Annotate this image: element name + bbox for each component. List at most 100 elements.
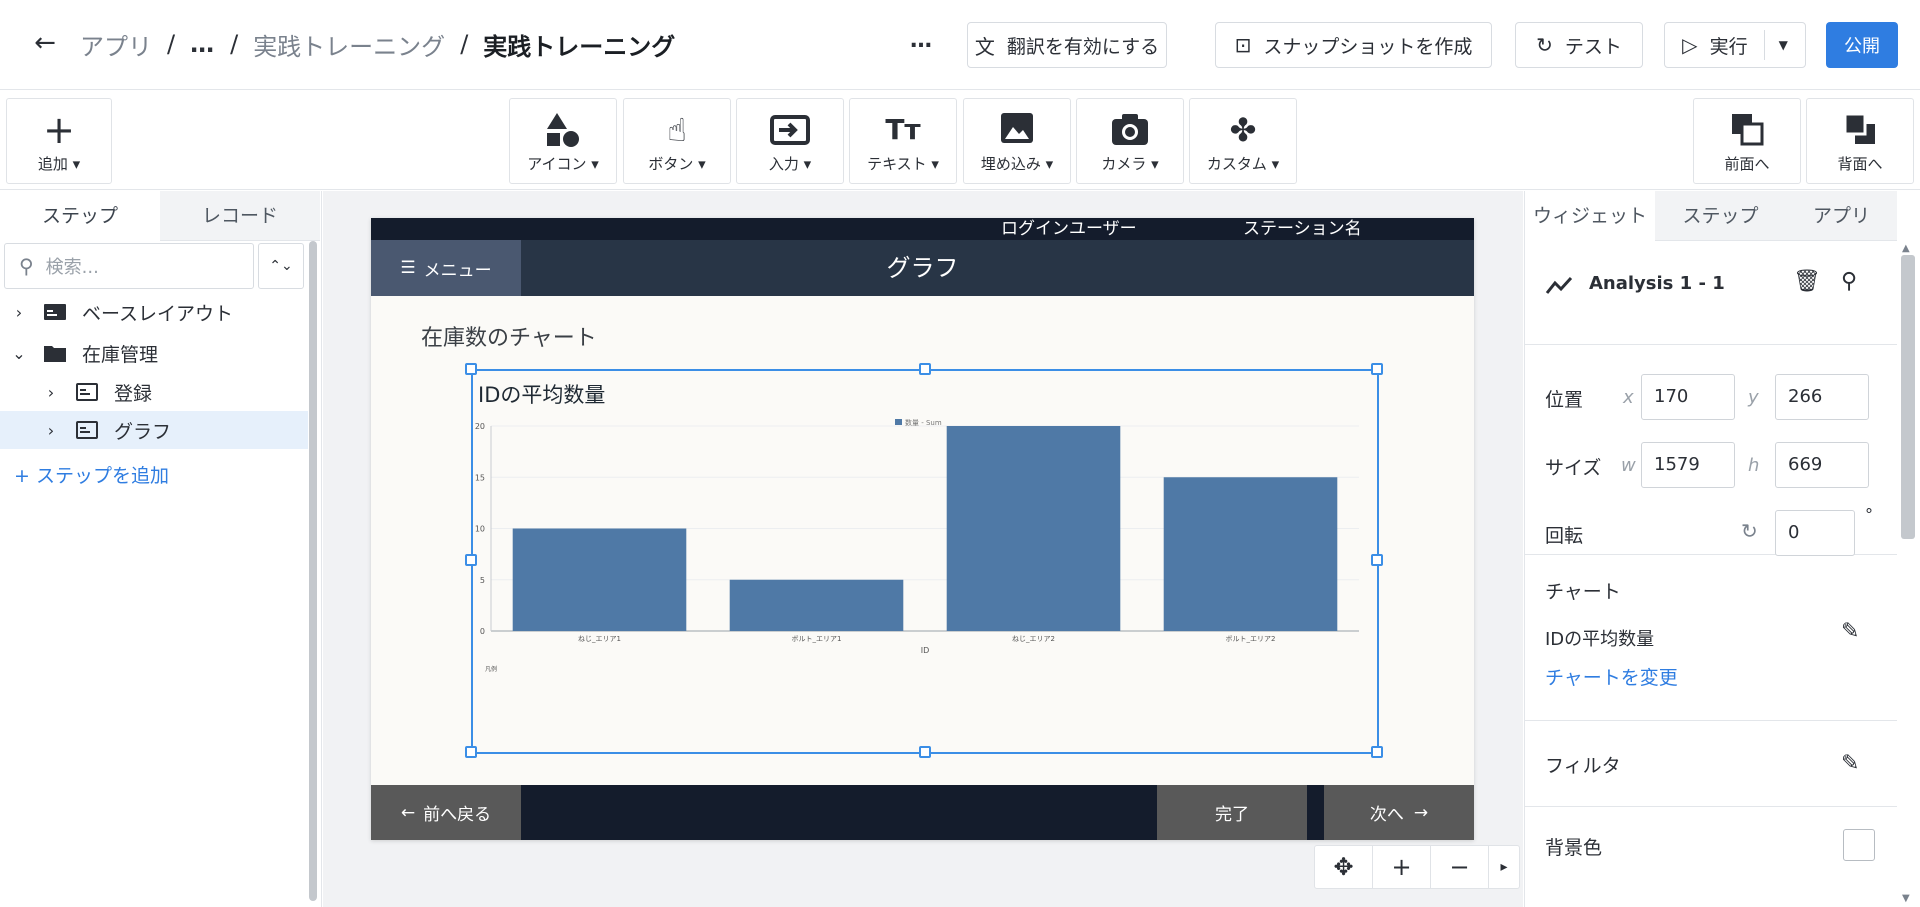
tab-step[interactable]: ステップ: [1655, 191, 1786, 241]
toolbar-input-button[interactable]: 入力 ▾: [736, 98, 844, 184]
left-scrollbar[interactable]: [308, 241, 318, 901]
x-key: x: [1623, 387, 1634, 408]
chart-x-tick-label: ボルト_エリア1: [792, 635, 842, 643]
breadcrumb-current: 実践トレーニング: [483, 32, 676, 61]
menu-button[interactable]: ☰ メニュー: [371, 240, 521, 296]
tree-item-base-layout[interactable]: › ベースレイアウト: [0, 293, 308, 331]
resize-handle[interactable]: [919, 746, 931, 758]
snapshot-label: スナップショットを作成: [1263, 35, 1473, 58]
tab-steps[interactable]: ステップ: [0, 191, 160, 241]
toolbar-embed-button[interactable]: 埋め込み ▾: [963, 98, 1071, 184]
breadcrumb-training[interactable]: 実践トレーニング: [253, 27, 445, 62]
add-step-link[interactable]: + ステップを追加: [14, 461, 169, 488]
resize-handle[interactable]: [1371, 746, 1383, 758]
chevron-right-icon[interactable]: ›: [42, 421, 60, 440]
toolbar-button-button[interactable]: ☝ ボタン ▾: [623, 98, 731, 184]
test-button[interactable]: ↻ テスト: [1515, 22, 1643, 68]
resize-handle[interactable]: [465, 363, 477, 375]
send-back-button[interactable]: 背面へ: [1806, 98, 1914, 184]
size-h-input[interactable]: 669: [1775, 442, 1869, 488]
toolbar-custom-button[interactable]: ✤ カスタム ▾: [1189, 98, 1297, 184]
tab-app[interactable]: アプリ: [1786, 191, 1897, 241]
line-chart-icon: [1545, 275, 1573, 303]
tree-item-register[interactable]: › 登録: [0, 373, 308, 411]
sort-toggle-icon[interactable]: ⌃⌄: [258, 243, 304, 289]
trash-icon[interactable]: 🗑: [1793, 269, 1821, 294]
chart-widget[interactable]: IDの平均数量 0 5 10 15 20 ねじ_エリア1 ボルト_エリア1 ねじ_エリア2 ボル…: [465, 363, 1383, 758]
prev-button[interactable]: ← 前へ戻る: [371, 785, 521, 840]
chart-bar: [946, 426, 1121, 631]
chart-bar: [1163, 477, 1338, 631]
done-button[interactable]: 完了: [1157, 785, 1307, 840]
position-y-input[interactable]: 266: [1775, 374, 1869, 420]
scroll-up-icon[interactable]: ▲: [1902, 243, 1910, 254]
zoom-in-icon[interactable]: +: [1373, 846, 1431, 888]
background-color-label: 背景色: [1545, 837, 1603, 859]
caret-right-icon[interactable]: ▸: [1489, 846, 1519, 888]
prev-label: 前へ戻る: [423, 805, 492, 825]
chevron-down-icon[interactable]: ⌄: [10, 344, 28, 363]
step-icon: [74, 420, 100, 440]
chart-x-axis-label: ID: [921, 646, 930, 655]
edit-pencil-icon[interactable]: ✎: [1841, 751, 1859, 776]
degree-symbol: °: [1865, 505, 1873, 524]
toolbar-camera-button[interactable]: カメラ ▾: [1076, 98, 1184, 184]
screen-title: グラフ: [886, 254, 959, 282]
tab-records[interactable]: レコード: [160, 191, 320, 241]
rotation-input[interactable]: 0: [1775, 510, 1855, 556]
pin-icon[interactable]: ⚲: [1841, 269, 1857, 294]
size-w-input[interactable]: 1579: [1641, 442, 1735, 488]
search-icon: ⚲: [19, 254, 34, 278]
translate-label: 翻訳を有効にする: [1006, 35, 1160, 58]
snapshot-button[interactable]: ⊡ スナップショットを作成: [1215, 22, 1492, 68]
resize-handle[interactable]: [465, 554, 477, 566]
tree-item-label: 登録: [114, 382, 153, 405]
scroll-down-icon[interactable]: ▼: [1902, 893, 1910, 904]
resize-handle[interactable]: [465, 746, 477, 758]
position-x-input[interactable]: 170: [1641, 374, 1735, 420]
send-back-label: 背面へ: [1837, 155, 1883, 173]
toolbar-icon-label: アイコン: [527, 155, 587, 173]
back-arrow-icon[interactable]: ←: [30, 28, 60, 58]
publish-button[interactable]: 公開: [1826, 22, 1898, 68]
right-scrollbar[interactable]: ▲ ▼: [1897, 241, 1919, 907]
run-dropdown-icon[interactable]: ▼: [1763, 30, 1788, 60]
tree-item-inventory[interactable]: ⌄ 在庫管理: [0, 334, 308, 372]
chevron-right-icon[interactable]: ›: [42, 383, 60, 402]
add-label: 追加: [37, 155, 68, 173]
widget-name: Analysis 1 - 1: [1589, 273, 1725, 294]
breadcrumb-ellipsis[interactable]: …: [190, 30, 215, 58]
pan-move-icon[interactable]: ✥: [1315, 846, 1373, 888]
tab-widget[interactable]: ウィジェット: [1525, 191, 1655, 241]
transform-section: 位置 x 170 y 266 サイズ w 1579 h 669 回転 ↻ 0 °: [1525, 345, 1897, 556]
bring-front-button[interactable]: 前面へ: [1693, 98, 1801, 184]
more-options-icon[interactable]: …: [910, 28, 933, 53]
next-button[interactable]: 次へ →: [1324, 785, 1474, 840]
add-button[interactable]: + 追加 ▾: [6, 98, 112, 184]
resize-handle[interactable]: [1371, 363, 1383, 375]
zoom-out-icon[interactable]: −: [1431, 846, 1489, 888]
change-chart-link[interactable]: チャートを変更: [1545, 663, 1678, 690]
shapes-icon: [510, 111, 616, 149]
chevron-right-icon[interactable]: ›: [10, 303, 28, 322]
resize-handle[interactable]: [1371, 554, 1383, 566]
puzzle-icon: ✤: [1229, 111, 1257, 149]
test-label: テスト: [1564, 35, 1622, 58]
tree-item-graph[interactable]: › グラフ: [0, 411, 308, 449]
input-icon: [737, 111, 843, 149]
breadcrumb-apps[interactable]: アプリ: [80, 27, 152, 62]
translate-button[interactable]: 文 翻訳を有効にする: [967, 22, 1167, 68]
background-color-swatch[interactable]: [1843, 829, 1875, 861]
resize-handle[interactable]: [919, 363, 931, 375]
plus-icon: +: [43, 108, 75, 152]
hand-pointer-icon: ☝: [667, 111, 687, 149]
toolbar-icon-button[interactable]: アイコン ▾: [509, 98, 617, 184]
run-button[interactable]: ▷ 実行 ▼: [1664, 22, 1806, 68]
bar-chart: 0 5 10 15 20 ねじ_エリア1 ボルト_エリア1 ねじ_エリア2 ボルト_エリア2 ID…: [475, 418, 1359, 673]
breadcrumb-separator: /: [167, 30, 176, 58]
send-back-icon: [1807, 111, 1913, 149]
rotation-label: 回転: [1545, 525, 1584, 547]
edit-pencil-icon[interactable]: ✎: [1841, 619, 1859, 644]
toolbar-text-button[interactable]: Tт テキスト ▾: [849, 98, 957, 184]
search-input[interactable]: ⚲ 検索...: [4, 243, 254, 289]
